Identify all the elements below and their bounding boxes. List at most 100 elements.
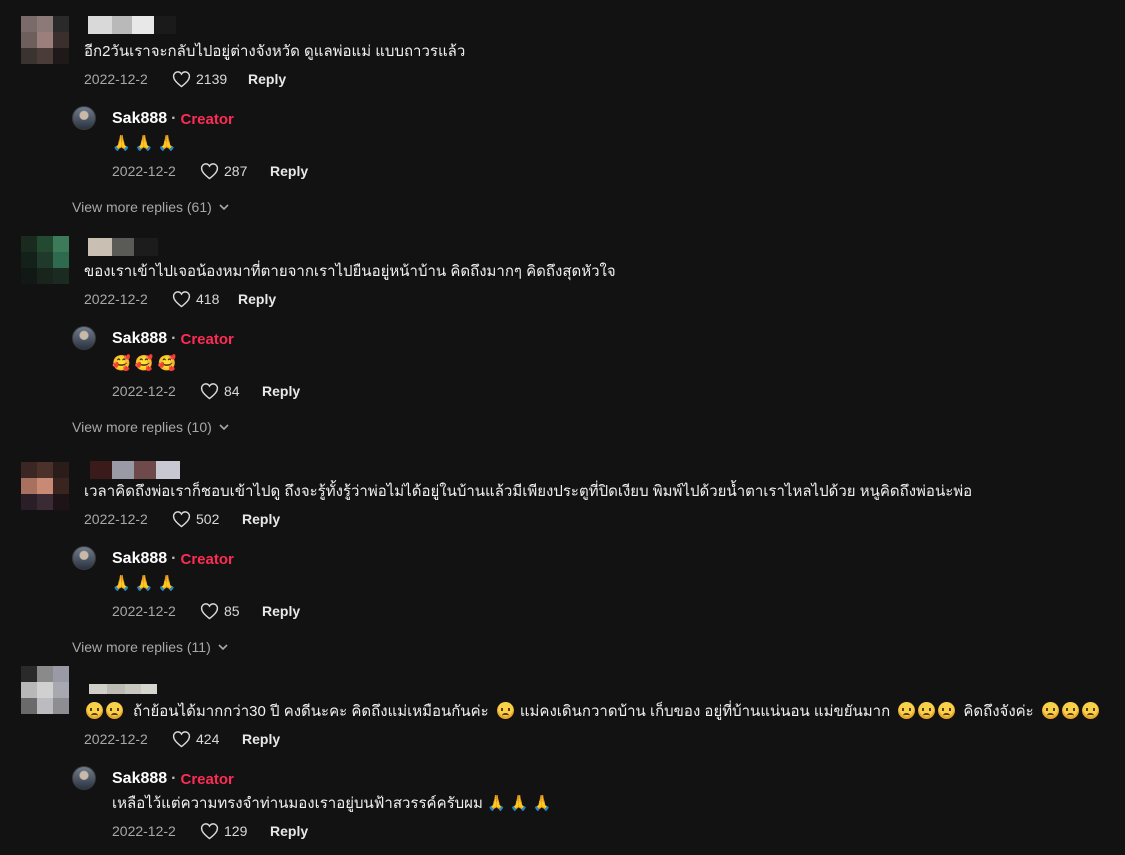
commenter-name-redacted[interactable] — [90, 461, 180, 479]
heart-icon — [172, 71, 191, 88]
sad-face-emoji-icon — [898, 702, 916, 719]
comment-meta: 2022-12-2 2139 Reply — [84, 70, 286, 88]
pixel-block — [132, 16, 154, 34]
chevron-down-icon — [219, 424, 229, 431]
pixel-block — [112, 238, 134, 256]
pixel-block — [53, 268, 69, 284]
heart-icon — [200, 163, 219, 180]
like-count: 85 — [224, 603, 240, 619]
comment-date: 2022-12-2 — [84, 511, 148, 527]
separator-dot: · — [171, 770, 177, 787]
pixel-block — [53, 16, 69, 32]
pixel-block — [37, 698, 53, 714]
reply-button[interactable]: Reply — [242, 731, 280, 747]
reply-button[interactable]: Reply — [262, 383, 300, 399]
like-button[interactable]: 84 — [200, 382, 262, 400]
comment-date: 2022-12-2 — [84, 291, 148, 307]
reply-meta: 2022-12-2 85 Reply — [112, 602, 300, 620]
pixel-block — [53, 236, 69, 252]
creator-badge: Creator — [180, 330, 234, 348]
heart-icon — [200, 383, 219, 400]
pixel-block — [21, 32, 37, 48]
view-more-replies-button[interactable]: View more replies (10) — [72, 419, 230, 435]
commenter-name-redacted[interactable] — [88, 16, 176, 34]
comment-text-part: ถ้าย้อนได้มากกว่า30 ปี คงดีนะคะ คิดถึงแม… — [133, 703, 489, 720]
pixel-block — [21, 236, 37, 252]
pixel-block — [53, 252, 69, 268]
pixel-block — [154, 16, 176, 34]
reply-date: 2022-12-2 — [112, 163, 176, 179]
pixel-block — [21, 252, 37, 268]
view-more-label: View more replies (61) — [72, 199, 212, 215]
reply-button[interactable]: Reply — [262, 603, 300, 619]
creator-avatar[interactable] — [72, 546, 96, 570]
sad-face-emoji-icon — [1041, 702, 1059, 719]
reply-meta: 2022-12-2 84 Reply — [112, 382, 300, 400]
commenter-avatar[interactable] — [21, 236, 69, 284]
pixel-block — [21, 48, 37, 64]
reply-button[interactable]: Reply — [238, 291, 276, 307]
like-button[interactable]: 2139 — [172, 70, 248, 88]
reply-meta: 2022-12-2 287 Reply — [112, 162, 308, 180]
creator-avatar[interactable] — [72, 326, 96, 350]
creator-username[interactable]: Sak888 — [112, 550, 167, 568]
pixel-block — [53, 48, 69, 64]
commenter-avatar[interactable] — [21, 462, 69, 510]
commenter-name-redacted[interactable] — [89, 684, 157, 694]
pixel-block — [21, 682, 37, 698]
reply-button[interactable]: Reply — [270, 823, 308, 839]
like-button[interactable]: 287 — [200, 162, 270, 180]
pixel-block — [53, 682, 69, 698]
creator-badge: Creator — [180, 110, 234, 128]
like-button[interactable]: 129 — [200, 822, 270, 840]
like-button[interactable]: 85 — [200, 602, 262, 620]
pixel-block — [156, 461, 180, 479]
comment-text: ถ้าย้อนได้มากกว่า30 ปี คงดีนะคะ คิดถึงแม… — [86, 702, 1102, 722]
creator-avatar[interactable] — [72, 106, 96, 130]
comment-date: 2022-12-2 — [84, 731, 148, 747]
reply-button[interactable]: Reply — [248, 71, 286, 87]
pixel-block — [21, 494, 37, 510]
comment-text-part: คิดถึงจังค่ะ — [963, 703, 1034, 720]
sad-face-emoji-icon — [938, 702, 956, 719]
creator-avatar[interactable] — [72, 766, 96, 790]
pixel-block — [88, 238, 112, 256]
creator-reply-header: Sak888 · Creator — [112, 770, 234, 788]
comment-text-part: แม่คงเดินกวาดบ้าน เก็บของ อยู่ที่บ้านแน่… — [519, 703, 891, 720]
separator-dot: · — [171, 110, 177, 127]
pixel-block — [21, 268, 37, 284]
creator-username[interactable]: Sak888 — [112, 110, 167, 128]
chevron-down-icon — [218, 644, 228, 651]
pixel-block — [125, 684, 141, 694]
view-more-replies-button[interactable]: View more replies (11) — [72, 639, 229, 655]
view-more-label: View more replies (11) — [72, 639, 211, 655]
reply-button[interactable]: Reply — [270, 163, 308, 179]
commenter-name-redacted[interactable] — [88, 238, 158, 256]
like-count: 287 — [224, 163, 248, 179]
creator-username[interactable]: Sak888 — [112, 330, 167, 348]
pixel-block — [37, 462, 53, 478]
separator-dot: · — [171, 550, 177, 567]
commenter-avatar[interactable] — [21, 16, 69, 64]
heart-icon — [200, 603, 219, 620]
view-more-label: View more replies (10) — [72, 419, 212, 435]
creator-username[interactable]: Sak888 — [112, 770, 167, 788]
pixel-block — [21, 698, 37, 714]
pixel-block — [37, 478, 53, 494]
comment-text: เวลาคิดถึงพ่อเราก็ชอบเข้าไปดู ถึงจะรู้ทั… — [84, 483, 973, 500]
heart-icon — [200, 823, 219, 840]
pixel-block — [53, 666, 69, 682]
like-button[interactable]: 418 — [172, 290, 238, 308]
creator-reply-text: 🥰 🥰 🥰 — [112, 355, 177, 372]
pixel-block — [37, 32, 53, 48]
pixel-block — [37, 666, 53, 682]
chevron-down-icon — [219, 204, 229, 211]
like-button[interactable]: 502 — [172, 510, 242, 528]
comment-date: 2022-12-2 — [84, 71, 148, 87]
heart-icon — [172, 731, 191, 748]
commenter-avatar[interactable] — [21, 666, 69, 714]
view-more-replies-button[interactable]: View more replies (61) — [72, 199, 230, 215]
sad-face-emoji-icon — [496, 702, 514, 719]
like-button[interactable]: 424 — [172, 730, 242, 748]
reply-button[interactable]: Reply — [242, 511, 280, 527]
